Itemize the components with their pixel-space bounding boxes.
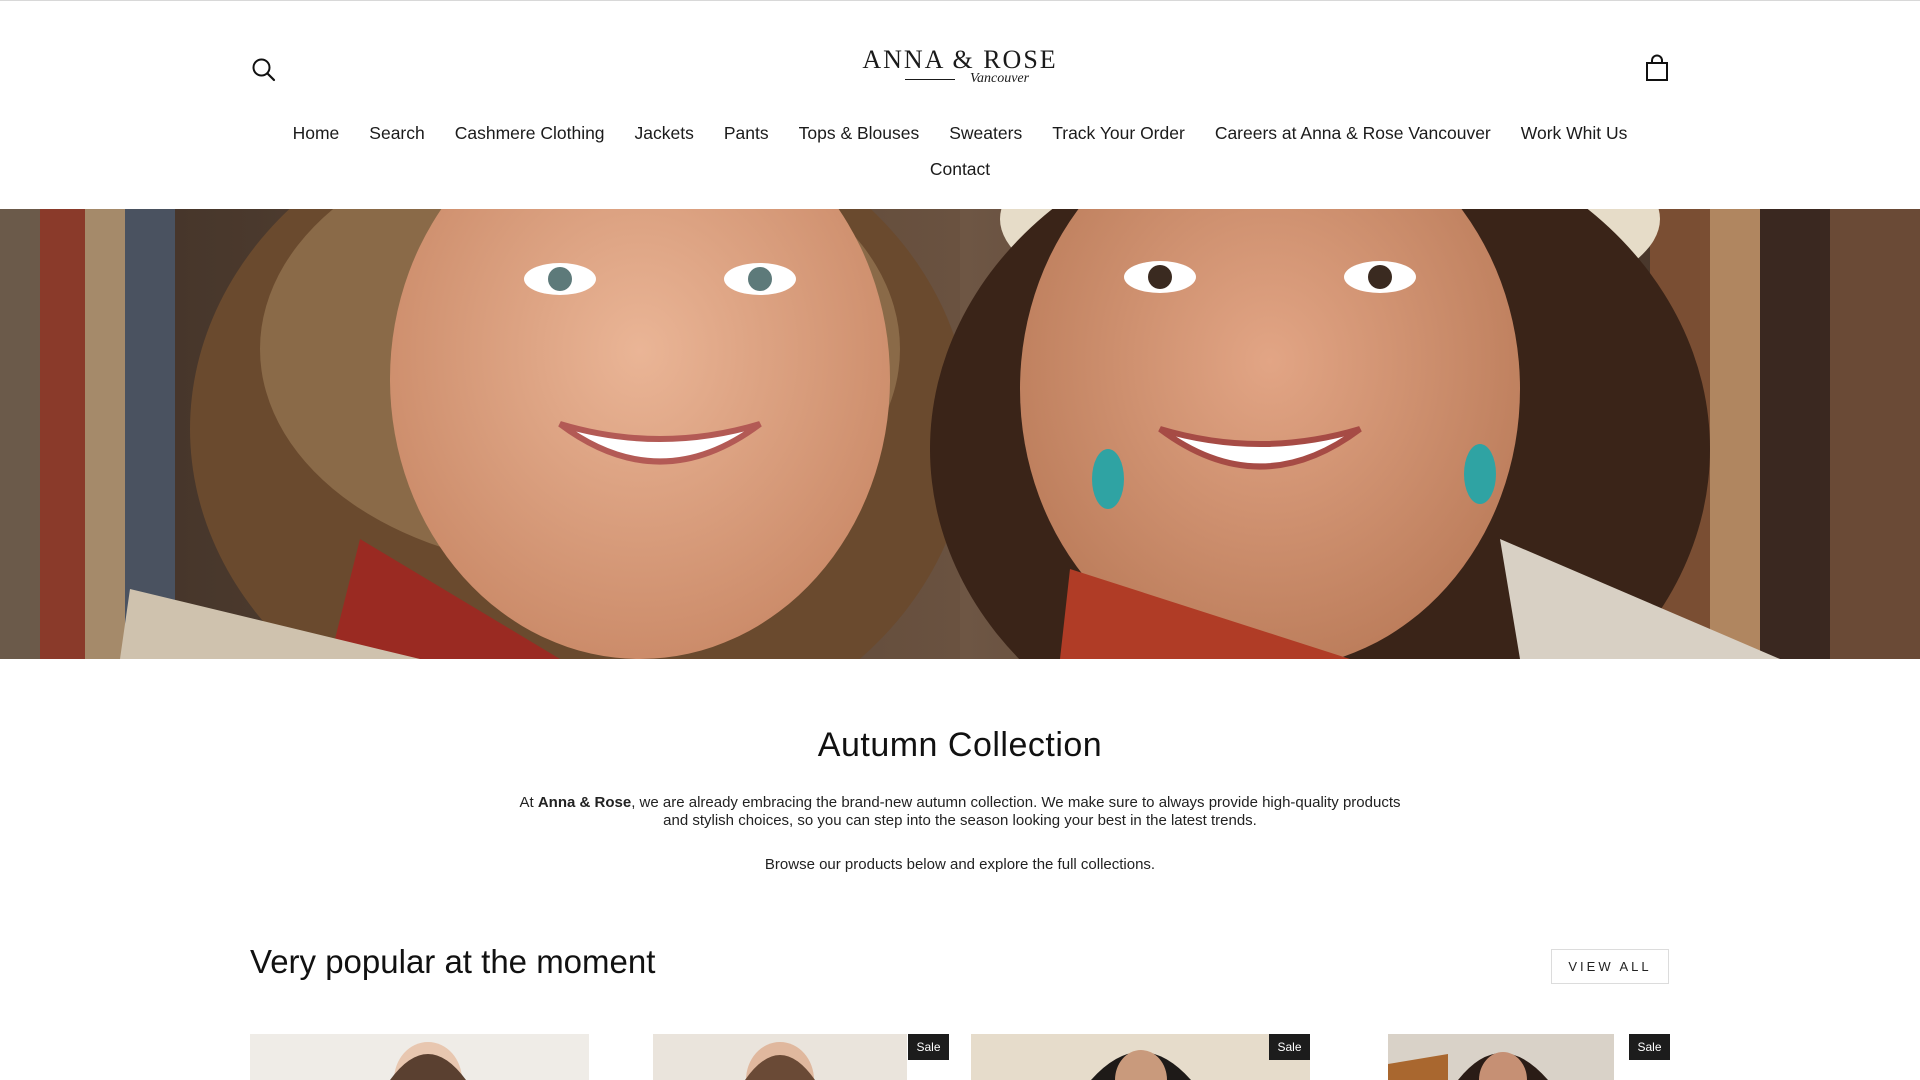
brand-logo[interactable]: ANNA & ROSE Vancouver [860,47,1060,89]
nav-careers[interactable]: Careers at Anna & Rose Vancouver [1200,121,1506,145]
product-card[interactable] [653,1034,907,1080]
product-card[interactable] [971,1034,1310,1080]
nav-jackets[interactable]: Jackets [620,121,709,145]
collection-title: Autumn Collection [817,726,1103,764]
nav-work-with-us[interactable]: Work Whit Us [1506,121,1643,145]
logo-rule [905,79,955,80]
product-card[interactable] [1388,1034,1614,1080]
intro-body: , we are already embracing the brand-new… [631,794,1401,829]
nav-search[interactable]: Search [354,121,439,145]
intro-prefix: At [519,794,538,811]
hero-image [0,209,1920,659]
product-image [250,1034,589,1080]
view-all-button[interactable]: VIEW ALL [1551,949,1669,984]
main-nav-row-2: Contact [0,157,1920,181]
collection-description: At Anna & Rose, we are already embracing… [510,794,1410,830]
nav-home[interactable]: Home [278,121,355,145]
hero-illustration [0,209,1920,659]
nav-tops-blouses[interactable]: Tops & Blouses [784,121,935,145]
nav-contact[interactable]: Contact [915,157,1005,181]
sale-badge: Sale [908,1034,949,1060]
intro-brand: Anna & Rose [537,794,632,811]
nav-sweaters[interactable]: Sweaters [934,121,1037,145]
nav-track-order[interactable]: Track Your Order [1037,121,1200,145]
search-icon[interactable] [250,56,278,84]
product-card[interactable] [250,1034,589,1080]
site-header: ANNA & ROSE Vancouver Home Search Cashme… [0,1,1920,209]
sale-badge: Sale [1269,1034,1310,1060]
logo-sub-text: Vancouver [970,71,1030,86]
popular-section-title: Very popular at the moment [250,943,656,980]
nav-cashmere-clothing[interactable]: Cashmere Clothing [440,121,620,145]
collection-browse-text: Browse our products below and explore th… [764,856,1156,873]
sale-badge: Sale [1629,1034,1670,1060]
main-nav: Home Search Cashmere Clothing Jackets Pa… [0,121,1920,145]
product-image [1388,1034,1614,1080]
product-image [653,1034,907,1080]
product-image [971,1034,1310,1080]
nav-pants[interactable]: Pants [709,121,784,145]
logo-main-text: ANNA & ROSE [862,45,1058,74]
cart-icon[interactable] [1642,54,1672,84]
